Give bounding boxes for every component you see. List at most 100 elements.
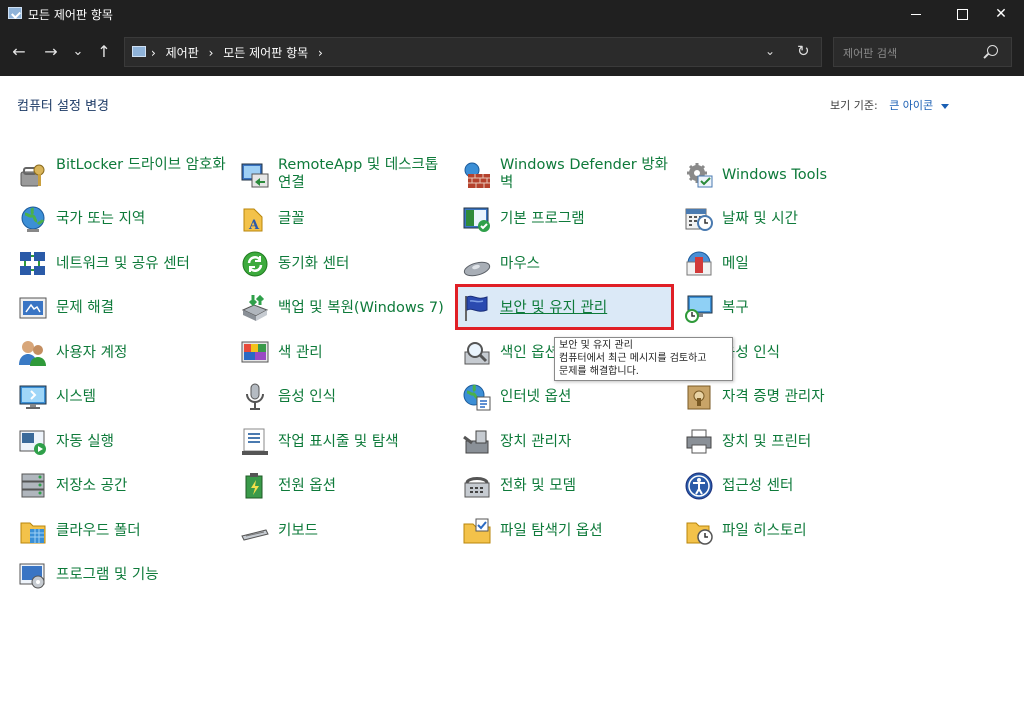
item-label: 색 관리	[278, 345, 323, 361]
item-label: 마우스	[500, 256, 541, 272]
item-label: 네트워크 및 공유 센터	[56, 256, 190, 272]
refresh-icon: ↻	[797, 42, 810, 60]
forward-button[interactable]: →	[40, 42, 62, 62]
firewall-icon	[464, 162, 490, 188]
printer-icon	[686, 429, 712, 454]
item-label: 문제 해결	[56, 300, 114, 316]
troubleshooting-icon	[19, 297, 47, 319]
search-icon	[987, 45, 998, 56]
item-label: 국가 또는 지역	[56, 211, 146, 227]
item-label: 기본 프로그램	[500, 211, 585, 227]
item-label: 복구	[722, 300, 749, 316]
sync-center-icon	[242, 251, 268, 277]
chevron-down-icon: ⌄	[765, 44, 776, 58]
taskbar-icon	[242, 428, 268, 455]
item-label: 프로그램 및 기능	[56, 567, 159, 583]
item-label: 저장소 공간	[56, 478, 128, 494]
item-label: BitLocker 드라이브 암호화	[56, 157, 226, 173]
breadcrumb-control-panel[interactable]: 제어판	[166, 46, 199, 60]
close-icon: ✕	[995, 6, 1007, 22]
tooltip-title: 보안 및 유지 관리	[559, 340, 633, 351]
item-label: 클라우드 폴더	[56, 523, 141, 539]
item-label: 작업 표시줄 및 탐색	[278, 434, 399, 450]
up-button[interactable]: ↑	[93, 42, 115, 62]
item-label: 접근성 센터	[722, 478, 794, 494]
caret-down-icon[interactable]	[940, 103, 949, 109]
tooltip: 보안 및 유지 관리 컴퓨터에서 최근 메시지를 검토하고 문제를 해결합니다.	[554, 337, 733, 381]
autoplay-icon	[19, 430, 46, 455]
address-dropdown-button[interactable]: ⌄	[765, 44, 775, 58]
storage-icon	[21, 473, 45, 498]
remoteapp-icon	[241, 163, 269, 188]
item-label: 전원 옵션	[278, 478, 336, 494]
security-flag-icon	[465, 295, 488, 321]
accessibility-icon	[685, 472, 713, 500]
item-label: Windows Tools	[722, 167, 828, 183]
breadcrumb-all-items[interactable]: 모든 제어판 항목	[223, 46, 308, 60]
item-label: 글꼴	[278, 211, 305, 227]
address-bar[interactable]: › 제어판 › 모든 제어판 항목 › ⌄ ↻	[124, 37, 822, 67]
phone-icon	[464, 477, 490, 498]
fonts-icon: A	[243, 208, 263, 233]
svg-text:A: A	[248, 218, 260, 233]
system-icon	[19, 385, 47, 409]
internet-options-icon	[463, 384, 491, 411]
breadcrumb-separator-icon[interactable]: ›	[151, 46, 156, 60]
page-title: 컴퓨터 설정 변경	[17, 99, 109, 114]
recent-locations-button[interactable]: ⌄	[67, 42, 89, 62]
view-by-dropdown[interactable]: 큰 아이콘	[889, 99, 933, 112]
control-panel-app-icon	[8, 7, 22, 19]
breadcrumb: › 제어판 › 모든 제어판 항목 ›	[151, 44, 329, 61]
window-title: 모든 제어판 항목	[28, 8, 113, 22]
forward-arrow-icon: →	[44, 42, 58, 61]
item-label: Windows Defender 방화벽	[500, 157, 669, 191]
control-panel-location-icon	[132, 46, 146, 57]
network-icon	[20, 252, 45, 275]
view-by: 보기 기준: 큰 아이콘	[830, 97, 949, 113]
search-input[interactable]: 제어판 검색	[843, 45, 897, 61]
close-button[interactable]: ✕	[978, 0, 1024, 28]
breadcrumb-separator-icon[interactable]: ›	[318, 46, 323, 60]
credential-icon	[687, 385, 711, 410]
default-programs-icon	[463, 207, 490, 232]
item-label: 날짜 및 시간	[722, 211, 798, 227]
back-button[interactable]: ←	[8, 42, 30, 62]
title-bar: 모든 제어판 항목 ✕	[0, 0, 1024, 28]
item-label: 자동 실행	[56, 434, 114, 450]
item-label: 파일 히스토리	[722, 523, 807, 539]
backup-icon	[241, 294, 269, 321]
chevron-down-icon: ⌄	[72, 44, 84, 59]
file-history-icon	[686, 522, 713, 545]
tooltip-line: 컴퓨터에서 최근 메시지를 검토하고	[559, 353, 707, 364]
programs-icon	[19, 563, 45, 589]
control-panel-window: 모든 제어판 항목 ✕ ← → ⌄ ↑ › 제어판 › 모든 제어판 항목 › …	[0, 0, 1024, 727]
search-box[interactable]: 제어판 검색	[833, 37, 1012, 67]
item-label: 장치 및 프린터	[722, 434, 812, 450]
item-label: 키보드	[278, 523, 319, 539]
item-label: 백업 및 복원(Windows 7)	[278, 300, 444, 316]
breadcrumb-separator-icon[interactable]: ›	[209, 46, 214, 60]
maximize-icon	[956, 8, 968, 20]
minimize-icon	[911, 13, 921, 15]
color-management-icon	[241, 341, 269, 363]
item-label: 동기화 센터	[278, 256, 350, 272]
mail-icon	[686, 251, 712, 276]
item-label: RemoteApp 및 데스크톱 연결	[278, 157, 439, 191]
back-arrow-icon: ←	[12, 42, 26, 61]
item-label: 장치 관리자	[500, 434, 572, 450]
microphone-icon	[246, 383, 264, 410]
tooltip-line: 문제를 해결합니다.	[559, 366, 639, 377]
item-label: 보안 및 유지 관리	[500, 300, 608, 316]
item-label: 자격 증명 관리자	[722, 389, 825, 405]
up-arrow-icon: ↑	[97, 42, 111, 61]
mouse-icon	[463, 261, 491, 277]
refresh-button[interactable]: ↻	[797, 42, 810, 60]
item-label: 파일 탐색기 옵션	[500, 523, 603, 539]
item-label: 음성 인식	[278, 389, 336, 405]
bitlocker-icon	[20, 164, 45, 187]
minimize-button[interactable]	[893, 0, 939, 28]
region-icon	[21, 206, 45, 232]
item-label: 사용자 계정	[56, 345, 128, 361]
item-label: 인터넷 옵션	[500, 389, 572, 405]
device-manager-icon	[463, 430, 489, 454]
